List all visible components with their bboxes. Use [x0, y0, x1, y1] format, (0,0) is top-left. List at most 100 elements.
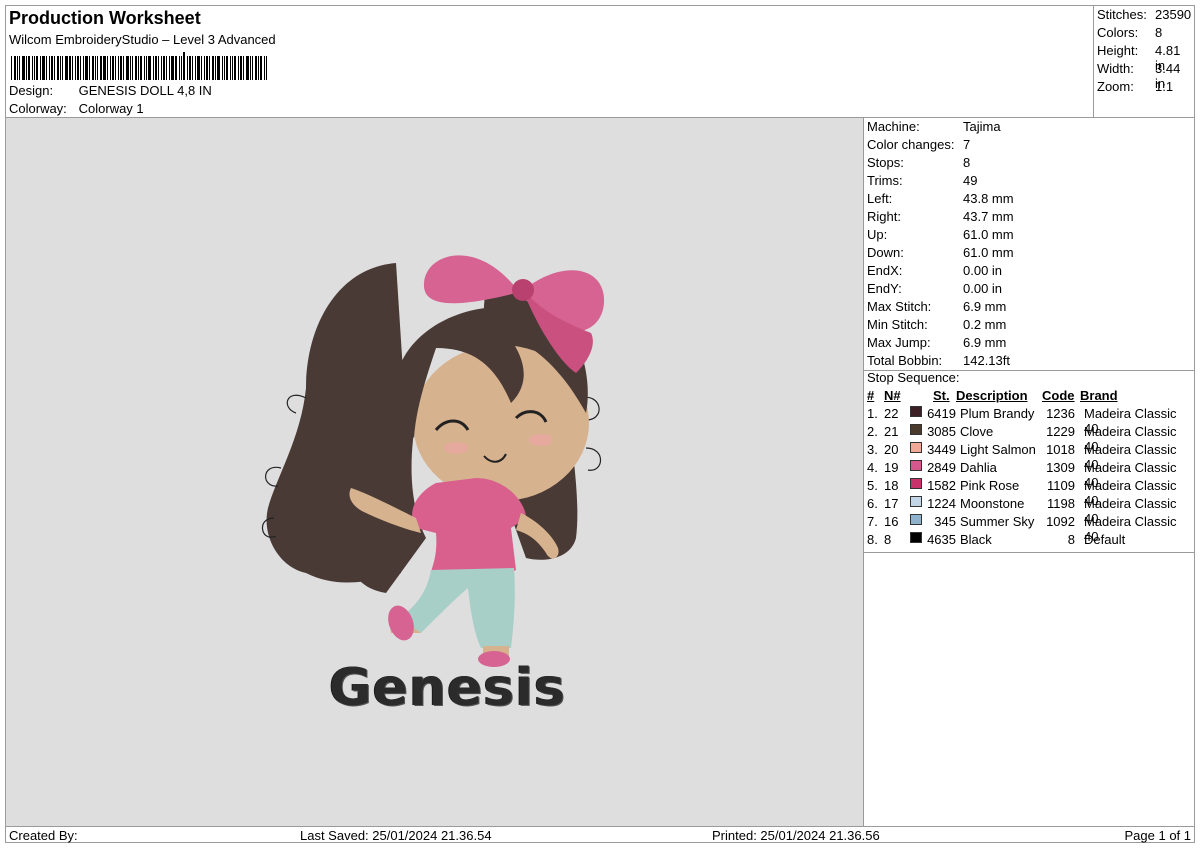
- stitch-count: 345: [934, 514, 956, 529]
- barcode-bar: [252, 56, 253, 80]
- barcode-bar: [26, 56, 27, 80]
- stitch-count: 6419: [927, 406, 956, 421]
- info-label: Machine:: [867, 119, 920, 134]
- barcode-bar: [123, 56, 124, 80]
- barcode-bar: [112, 56, 114, 80]
- design-name-lettering: Genesis: [329, 658, 566, 718]
- info-value: 7: [963, 137, 971, 152]
- stop-row: 3. 20 3449 Light Salmon 1018 Madeira Classic …: [864, 442, 1194, 472]
- info-label: Color changes:: [867, 137, 955, 152]
- barcode-bar: [19, 56, 20, 80]
- barcode-bar: [264, 56, 265, 80]
- barcode-bar: [17, 56, 18, 80]
- info-label: Trims:: [867, 173, 903, 188]
- thread-code: 1309: [1046, 460, 1075, 475]
- barcode-bar: [166, 56, 167, 80]
- software-name: Wilcom EmbroideryStudio – Level 3 Advanc…: [9, 32, 276, 47]
- created-by: Created By:: [9, 828, 78, 843]
- needle-number: 18: [884, 478, 899, 493]
- barcode-bar: [103, 56, 106, 80]
- stop-num: 5.: [867, 478, 878, 493]
- needle-number: 8: [884, 532, 892, 547]
- info-value: 6.9 mm: [963, 299, 1007, 314]
- design-preview: Genesis: [6, 118, 864, 826]
- info-label: EndY:: [867, 281, 902, 296]
- barcode-bar: [69, 56, 71, 80]
- pants: [401, 568, 515, 648]
- info-value: 6.9 mm: [963, 335, 1007, 350]
- info-label: Min Stitch:: [867, 317, 928, 332]
- colorway-row: Colorway: Colorway 1: [9, 101, 144, 116]
- barcode-bar: [206, 56, 208, 80]
- barcode-bar: [72, 56, 73, 80]
- barcode-bar: [171, 56, 174, 80]
- thread-description: Summer Sky: [960, 514, 1035, 529]
- barcode-bar: [135, 56, 137, 80]
- design-label: Design:: [9, 83, 54, 98]
- stitch-count: 3449: [927, 442, 956, 457]
- info-label: Max Jump:: [867, 335, 931, 350]
- barcode-bar: [175, 56, 177, 80]
- barcode-bar: [140, 56, 142, 80]
- col-header-stitches: St.: [933, 388, 950, 403]
- barcode-bar: [77, 56, 79, 80]
- details-panel: Machine: Tajima Color changes: 7 Stops: 8 Trim…: [864, 118, 1194, 826]
- barcode-bar: [138, 56, 139, 80]
- page-title: Production Worksheet: [9, 8, 201, 28]
- worksheet-footer: Created By: Last Saved: 25/01/2024 21.36…: [6, 826, 1194, 843]
- barcode-bar: [57, 56, 59, 80]
- stop-num: 3.: [867, 442, 878, 457]
- barcode-bar: [226, 56, 228, 80]
- barcode-bar: [85, 56, 88, 80]
- needle-number: 20: [884, 442, 899, 457]
- barcode-bar: [222, 56, 223, 80]
- info-value: 142.13ft: [963, 353, 1010, 368]
- info-value: 0.00 in: [963, 281, 1003, 296]
- stop-row: 8. 8 4635 Black 8 Default: [864, 532, 1194, 550]
- barcode-bar: [92, 56, 94, 80]
- info-label: Stops:: [867, 155, 904, 170]
- stat-value: 1:1: [1155, 79, 1174, 94]
- barcode-bar: [75, 56, 76, 80]
- barcode-bar: [130, 56, 131, 80]
- col-header-needle: N#: [884, 388, 901, 403]
- col-header-code: Code: [1042, 388, 1075, 403]
- info-value: 43.8 mm: [963, 191, 1014, 206]
- stitch-count: 2849: [927, 460, 956, 475]
- barcode-bar: [232, 56, 233, 80]
- info-label: EndX:: [867, 263, 903, 278]
- barcode-bar: [34, 56, 35, 80]
- barcode-bar: [107, 56, 108, 80]
- design-row: Design: GENESIS DOLL 4,8 IN: [9, 83, 212, 98]
- info-label: Up:: [867, 227, 888, 242]
- color-swatch: [910, 406, 922, 417]
- barcode-bar: [115, 56, 116, 80]
- info-value: Tajima: [963, 119, 1001, 134]
- stop-num: 4.: [867, 460, 878, 475]
- barcode-bar: [240, 56, 242, 80]
- barcode-bar: [238, 56, 239, 80]
- barcode-bar: [187, 56, 188, 80]
- stitch-count: 4635: [927, 532, 956, 547]
- barcode-bar: [195, 56, 196, 80]
- barcode-bar: [246, 56, 249, 80]
- color-swatch: [910, 424, 922, 435]
- stop-row: 6. 17 1224 Moonstone 1198 Madeira Classic 40: [864, 496, 1194, 526]
- barcode-bar: [28, 56, 30, 80]
- barcode-bar: [146, 56, 147, 80]
- info-value: 43.7 mm: [963, 209, 1014, 224]
- barcode-bar: [212, 56, 214, 80]
- thread-code: 1198: [1047, 496, 1075, 511]
- barcode-bar: [260, 56, 262, 80]
- embroidery-doll-image: [262, 255, 605, 667]
- needle-number: 17: [884, 496, 899, 511]
- thread-description: Dahlia: [960, 460, 997, 475]
- barcode-bar: [62, 56, 63, 80]
- info-label: Max Stitch:: [867, 299, 932, 314]
- stop-row: 2. 21 3085 Clove 1229 Madeira Classic 40: [864, 424, 1194, 454]
- thread-description: Light Salmon: [960, 442, 1036, 457]
- colorway-label: Colorway:: [9, 101, 67, 116]
- barcode-bar: [54, 56, 55, 80]
- thread-description: Pink Rose: [960, 478, 1020, 493]
- stat-label: Width:: [1097, 61, 1134, 76]
